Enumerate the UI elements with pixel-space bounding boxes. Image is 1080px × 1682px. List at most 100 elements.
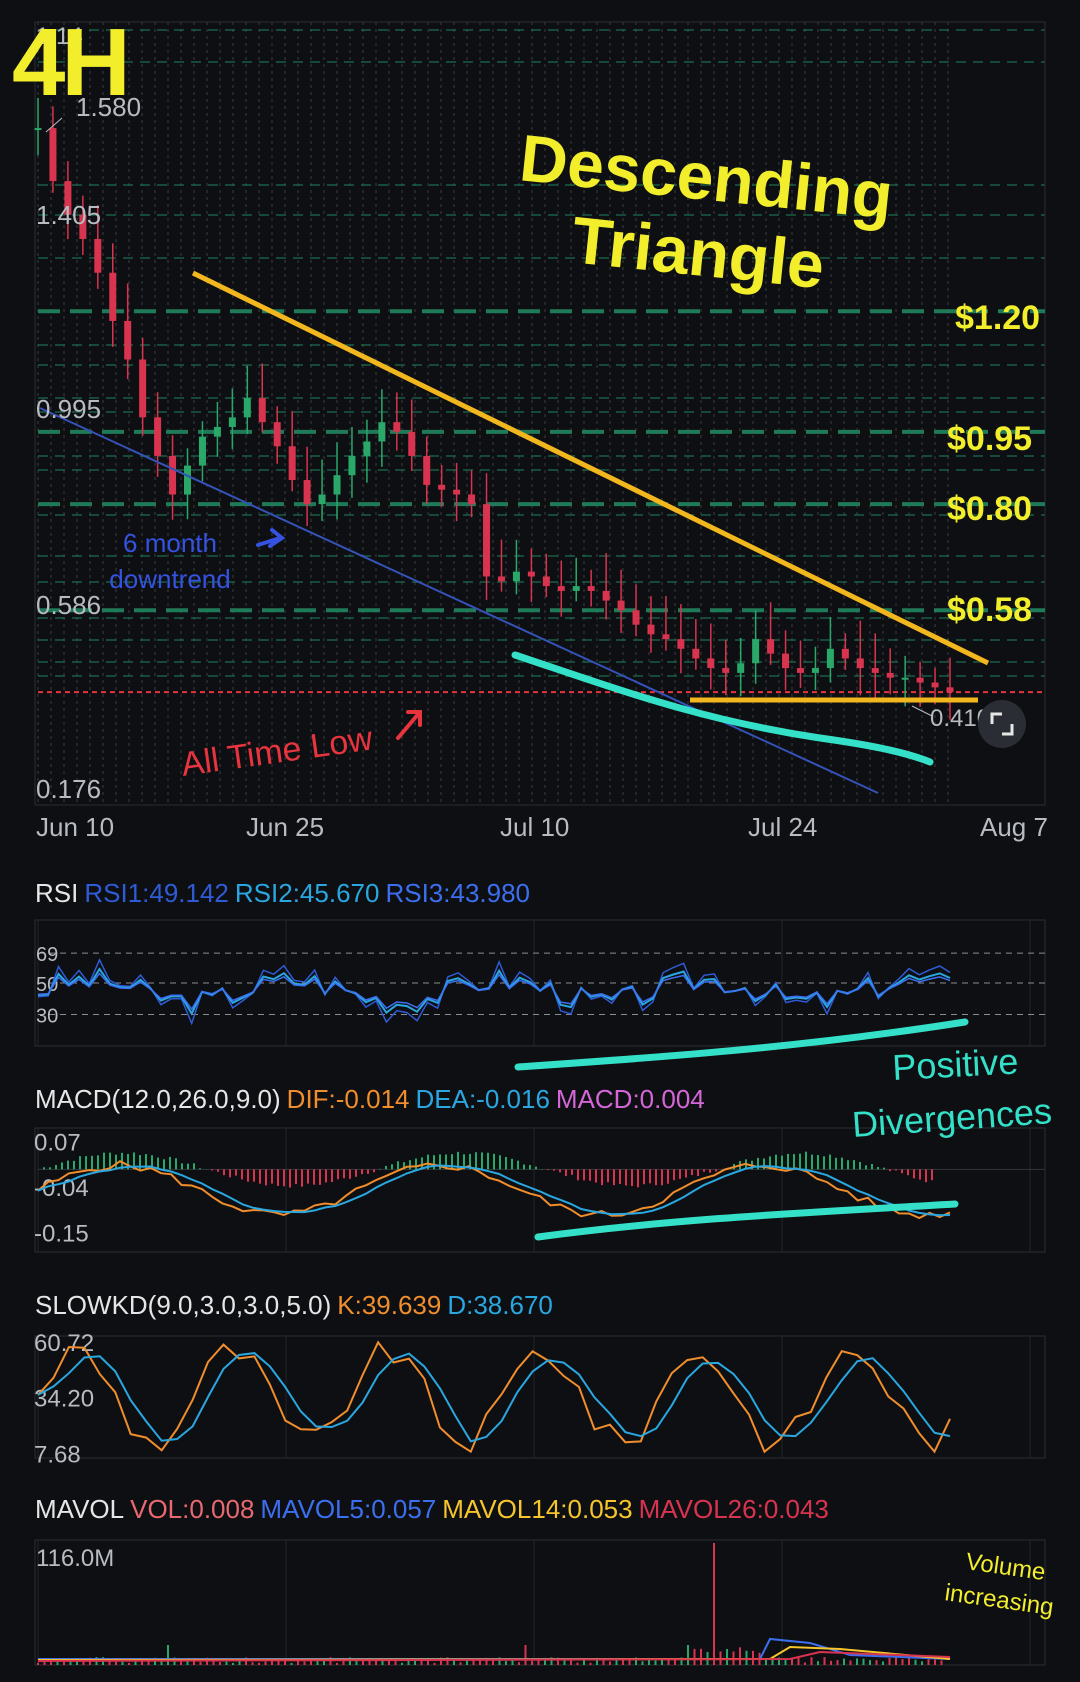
candle-body (288, 446, 296, 481)
candle-body (886, 672, 894, 678)
level-label: $0.58 (947, 591, 1032, 629)
price-level-lines (38, 309, 1045, 694)
price-axis-label: 1.405 (36, 200, 101, 230)
macd-level-label: -0.15 (34, 1220, 89, 1247)
annotation-divergence-line1: Positive (891, 1040, 1019, 1088)
macd-value: MACD:0.004 (555, 1084, 705, 1114)
candle-body (557, 586, 565, 591)
candle-body (527, 571, 535, 577)
d-value: D:38.670 (447, 1290, 553, 1320)
candle-body (916, 677, 924, 683)
candle-body (184, 465, 192, 495)
rsi1-line (37, 958, 951, 1026)
candle-body (228, 417, 236, 427)
candle-body (901, 677, 909, 680)
candle-body (363, 441, 371, 456)
annotation-downtrend-line1: 6 month (123, 528, 217, 558)
candle-body (213, 427, 221, 437)
candle-body (752, 639, 760, 664)
expand-chart-button[interactable] (978, 700, 1026, 748)
red-arrow-icon (396, 710, 422, 740)
mavol26-value: MAVOL26:0.043 (638, 1494, 829, 1524)
candle-body (423, 455, 431, 485)
x-axis-label: Aug 7 (980, 812, 1048, 842)
candle-body (198, 436, 206, 466)
candle-body (871, 668, 879, 673)
slowkd-level-label: 60.72 (34, 1330, 94, 1357)
rsi2-value: RSI2:45.670 (234, 878, 380, 908)
x-axis-label: Jul 24 (748, 812, 817, 842)
macd-level-label: 0.07 (34, 1129, 81, 1156)
annotation-all-time-low: All Time Low (179, 719, 376, 784)
candle-body (782, 653, 790, 669)
mavol-header: MAVOL VOL:0.008 MAVOL5:0.057 MAVOL14:0.053 M… (35, 1494, 835, 1525)
teal-curve-macd (534, 1200, 959, 1241)
candle-body (453, 489, 461, 495)
price-axis-label: 0.176 (36, 774, 101, 804)
candle-body (617, 600, 625, 611)
candle-body (587, 586, 595, 591)
candle-body (243, 398, 251, 418)
rsi-label: RSI (35, 878, 79, 908)
macd-label: MACD(12.0,26.0,9.0) (35, 1084, 281, 1114)
candle-body (34, 128, 42, 131)
candle-body (109, 272, 117, 321)
mavol5-line (38, 1637, 951, 1660)
dea-line (37, 1164, 951, 1217)
price-axis-label: 0.586 (36, 590, 101, 620)
slowkd-label: SLOWKD(9.0,3.0,3.0,5.0) (35, 1290, 332, 1320)
candle-body (647, 624, 655, 635)
d-line (37, 1352, 951, 1443)
candle-body (796, 668, 804, 673)
rsi-level-label: 30 (36, 1006, 58, 1028)
annotation-volume-line1: Volume (964, 1548, 1047, 1586)
annotation-downtrend-line2: downtrend (109, 564, 230, 594)
candle-body (542, 576, 550, 587)
candle-body (841, 648, 849, 659)
dif-value: DIF:-0.014 (286, 1084, 410, 1114)
candle-body (94, 238, 102, 273)
annotation-volume-line2: increasing (943, 1579, 1055, 1621)
candle-body (348, 455, 356, 476)
mavol14-value: MAVOL14:0.053 (442, 1494, 633, 1524)
k-value: K:39.639 (337, 1290, 442, 1320)
candle-body (468, 494, 476, 505)
candle-body (512, 571, 520, 582)
rsi3-value: RSI3:43.980 (385, 878, 531, 908)
x-axis-label: Jul 10 (500, 812, 569, 842)
candle-body (49, 128, 57, 182)
candle-body (497, 576, 505, 582)
mavol-panel: 116.0M (34, 1539, 1046, 1666)
slowkd-frame (34, 1335, 1046, 1459)
mavol-label: MAVOL (35, 1494, 125, 1524)
candle-body (632, 610, 640, 625)
dea-value: DEA:-0.016 (415, 1084, 550, 1114)
slowkd-level-label: 7.68 (34, 1441, 81, 1468)
level-label: $1.20 (955, 299, 1040, 337)
k-line (37, 1340, 951, 1454)
candle-body (273, 422, 281, 447)
candle-body (572, 586, 580, 591)
candle-body (378, 422, 386, 442)
candle-body (333, 475, 341, 495)
x-axis-label: Jun 25 (246, 812, 324, 842)
rsi-header: RSI RSI1:49.142 RSI2:45.670 RSI3:43.980 (35, 878, 536, 909)
slowkd-panel: 60.7234.207.68 (34, 1330, 1046, 1468)
slowkd-header: SLOWKD(9.0,3.0,3.0,5.0) K:39.639 D:38.670 (35, 1290, 559, 1321)
candle-body (602, 590, 610, 601)
candle-body (438, 484, 446, 490)
candle-body (154, 417, 162, 456)
vol-value: VOL:0.008 (130, 1494, 255, 1524)
candle-body (767, 639, 775, 654)
candle-body (318, 494, 326, 505)
expand-icon (990, 712, 1014, 736)
last-price-pointer (911, 705, 933, 717)
price-axis-label: 0.995 (36, 394, 101, 424)
candle-body (946, 687, 954, 693)
macd-header: MACD(12.0,26.0,9.0) DIF:-0.014 DEA:-0.016 M… (35, 1084, 711, 1115)
mavol-frame (34, 1539, 1046, 1666)
mavol5-value: MAVOL5:0.057 (260, 1494, 437, 1524)
candle-body (303, 480, 311, 505)
annotation-divergence-line2: Divergences (851, 1090, 1053, 1145)
rsi-level-label: 69 (36, 944, 58, 966)
